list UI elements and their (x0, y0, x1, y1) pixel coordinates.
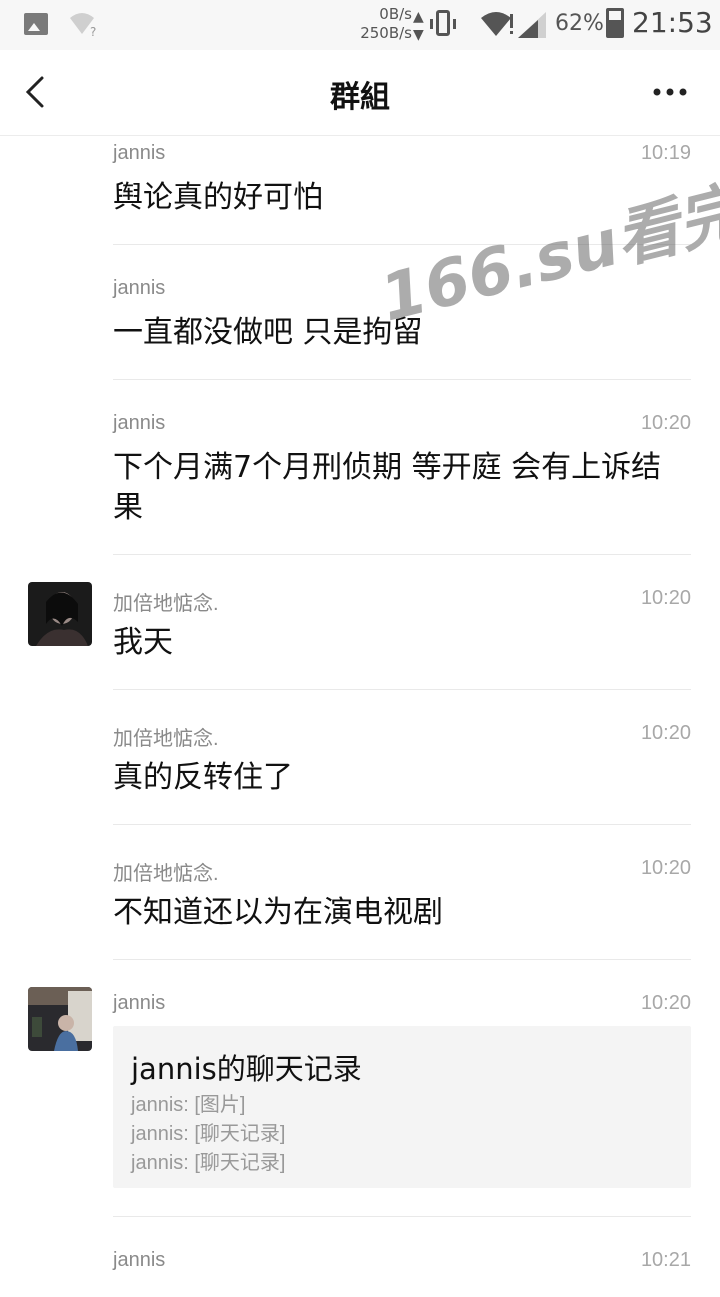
message-time: 10:21 (640, 1249, 691, 1271)
message-text: 一直都没做吧 只是拘留 (113, 315, 423, 350)
battery-level (609, 20, 621, 35)
avatar-image (28, 987, 92, 1051)
forward-line: jannis: [图片] (131, 1094, 246, 1116)
message-sender: jannis (113, 412, 166, 434)
message-sender: jannis (113, 142, 166, 164)
battery-icon (606, 8, 624, 38)
status-bar: ? 0B/s 250B/s ▲ ▼ 62% 21:53 (0, 0, 720, 50)
message-sender: 加倍地惦念. (113, 863, 219, 885)
list-item[interactable]: 加倍地惦念. 10:20 不知道还以为在演电视剧 (113, 825, 691, 960)
list-item[interactable]: jannis 10:20 jannis的聊天记录 jannis: [图片] ja… (28, 960, 691, 1217)
more-dots-icon (653, 88, 687, 96)
chat-header: 群組 (0, 50, 720, 136)
net-speed: 0B/s 250B/s (350, 5, 412, 43)
message-text: 不知道还以为在演电视剧 (113, 895, 443, 930)
avatar-image (28, 582, 92, 646)
message-time: 10:20 (640, 412, 691, 434)
cell-signal-icon (518, 12, 548, 42)
gallery-notification-icon (24, 13, 48, 35)
battery-percent: 62% (555, 11, 604, 36)
message-text: 下个月满7个月刑侦期 等开庭 会有上诉结果 (113, 450, 662, 525)
avatar[interactable] (28, 582, 92, 646)
message-text: 真的反转住了 (113, 760, 293, 795)
net-up-speed: 0B/s (379, 5, 412, 23)
forward-line: jannis: [聊天记录] (131, 1152, 286, 1174)
list-item[interactable]: jannis 10:20 下个月满7个月刑侦期 等开庭 会有上诉结果 (113, 380, 691, 555)
message-sender: jannis (113, 1249, 166, 1271)
list-item[interactable]: 加倍地惦念. 10:20 我天 (28, 555, 691, 690)
message-time: 10:20 (640, 587, 691, 609)
forward-line: jannis: [聊天记录] (131, 1123, 286, 1145)
message-time: 10:19 (640, 142, 691, 164)
wifi-icon (480, 10, 514, 42)
list-item[interactable]: jannis 10:21 (113, 1217, 691, 1297)
message-time: 10:20 (640, 857, 691, 879)
page-title: 群組 (330, 80, 390, 115)
list-item[interactable]: jannis 一直都没做吧 只是拘留 (113, 245, 691, 380)
message-list[interactable]: jannis 10:19 舆论真的好可怕 jannis 一直都没做吧 只是拘留 … (0, 136, 720, 1297)
message-sender: jannis (113, 277, 166, 299)
vibrate-icon (430, 10, 456, 36)
forward-title: jannis的聊天记录 (131, 1052, 362, 1086)
message-time: 10:20 (640, 992, 691, 1014)
wifi-unknown-icon: ? (68, 10, 100, 43)
avatar[interactable] (28, 987, 92, 1051)
more-options-button[interactable] (650, 80, 690, 104)
message-time: 10:20 (640, 722, 691, 744)
list-item[interactable]: jannis 10:19 舆论真的好可怕 (113, 136, 691, 245)
data-arrows-icon: ▲ ▼ (413, 9, 424, 43)
clock: 21:53 (632, 6, 713, 39)
message-sender: 加倍地惦念. (113, 593, 219, 615)
message-text: 我天 (113, 625, 173, 660)
svg-text:?: ? (90, 25, 96, 38)
list-item[interactable]: 加倍地惦念. 10:20 真的反转住了 (113, 690, 691, 825)
forwarded-chat-record-card[interactable]: jannis的聊天记录 jannis: [图片] jannis: [聊天记录] … (113, 1026, 691, 1188)
message-text: 舆论真的好可怕 (113, 180, 323, 215)
net-down-speed: 250B/s (360, 24, 412, 42)
message-sender: jannis (113, 992, 166, 1014)
message-sender: 加倍地惦念. (113, 728, 219, 750)
